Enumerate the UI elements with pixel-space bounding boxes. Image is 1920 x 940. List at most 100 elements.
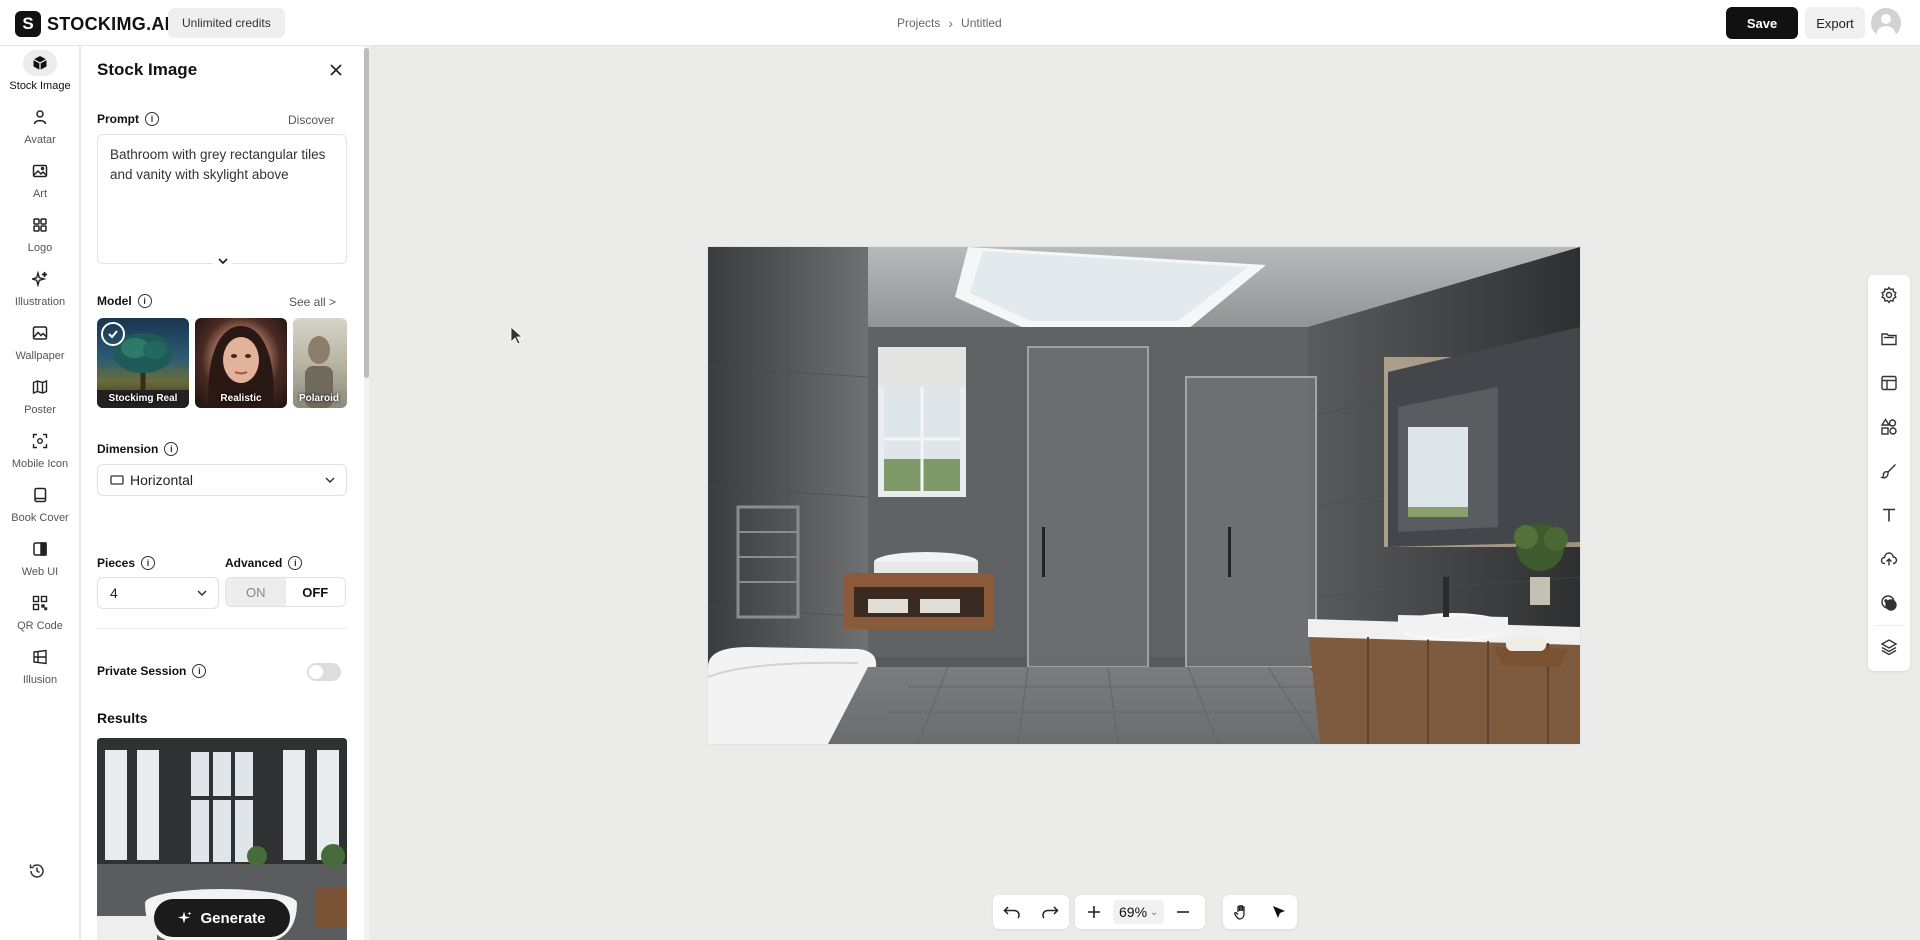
advanced-label: Advanced i: [225, 556, 303, 570]
model-card-stockimg-real[interactable]: Stockimg Real: [97, 318, 189, 408]
redo-icon[interactable]: [1035, 897, 1065, 927]
rail-item-stock-image[interactable]: Stock Image: [0, 50, 80, 110]
generate-label: Generate: [200, 909, 266, 927]
folder-icon[interactable]: [1879, 329, 1899, 349]
breadcrumb-projects[interactable]: Projects: [897, 16, 940, 30]
model-card-polaroid[interactable]: Polaroid: [293, 318, 347, 408]
info-icon[interactable]: i: [141, 556, 156, 570]
rail-item-qr-code[interactable]: QR Code: [0, 590, 80, 650]
bathroom-render: [707, 247, 1581, 745]
mode-toolbar: [1223, 895, 1297, 929]
chevron-down-icon: [197, 590, 207, 597]
generate-button[interactable]: Generate: [154, 899, 290, 937]
dimension-value: Horizontal: [130, 472, 194, 488]
illusion-icon: [23, 644, 57, 670]
upload-cloud-icon[interactable]: [1879, 549, 1899, 569]
discover-link[interactable]: Discover: [288, 113, 335, 127]
user-avatar[interactable]: [1871, 8, 1901, 38]
shapes-icon[interactable]: [1879, 417, 1899, 437]
rail-label: Poster: [24, 404, 56, 416]
qr-icon: [23, 590, 57, 616]
rail-item-web-ui[interactable]: Web UI: [0, 536, 80, 596]
brush-icon[interactable]: [1879, 461, 1899, 481]
info-icon[interactable]: i: [288, 556, 303, 570]
rail-label: Avatar: [24, 134, 56, 146]
select-tool-icon[interactable]: [1264, 897, 1294, 927]
sticker-icon[interactable]: [1879, 593, 1899, 613]
rail-label: Book Cover: [11, 512, 69, 524]
stock-image-panel: Stock Image Prompt i Discover Bathroom w…: [81, 46, 366, 940]
undo-icon[interactable]: [997, 897, 1027, 927]
see-all-link[interactable]: See all >: [289, 295, 336, 309]
advanced-on-button[interactable]: ON: [226, 578, 286, 606]
info-icon[interactable]: i: [192, 664, 207, 678]
divider: [97, 628, 347, 629]
rail-item-logo[interactable]: Logo: [0, 212, 80, 272]
chevron-down-icon: ⌄: [1150, 906, 1159, 918]
close-icon[interactable]: [329, 61, 343, 82]
layout-icon: [23, 536, 57, 562]
rail-item-mobile-icon[interactable]: Mobile Icon: [0, 428, 80, 488]
info-icon[interactable]: i: [164, 442, 179, 456]
history-toolbar: [993, 895, 1069, 929]
canvas-image[interactable]: [707, 247, 1581, 745]
rail-item-book-cover[interactable]: Book Cover: [0, 482, 80, 542]
pieces-label: Pieces i: [97, 556, 156, 570]
template-icon[interactable]: [1879, 373, 1899, 393]
prompt-label: Prompt i: [97, 112, 159, 126]
panel-scroll-thumb[interactable]: [364, 48, 369, 378]
breadcrumb: Projects › Untitled: [897, 15, 1002, 31]
rail-label: Illusion: [22, 674, 58, 686]
model-label: Model i: [97, 294, 152, 308]
advanced-toggle: ON OFF: [225, 577, 346, 607]
save-button[interactable]: Save: [1726, 7, 1798, 39]
zoom-out-icon[interactable]: [1168, 897, 1198, 927]
rail-item-illustration[interactable]: Illustration: [0, 266, 80, 326]
right-toolbar: [1868, 275, 1910, 671]
model-card-realistic[interactable]: Realistic: [195, 318, 287, 408]
sparkle-icon: [178, 911, 192, 924]
settings-icon[interactable]: [1879, 285, 1899, 305]
rail-label: Mobile Icon: [11, 458, 69, 470]
advanced-label-text: Advanced: [225, 556, 283, 570]
rail-item-wallpaper[interactable]: Wallpaper: [0, 320, 80, 380]
export-button[interactable]: Export: [1805, 7, 1865, 39]
advanced-off-button[interactable]: OFF: [285, 578, 345, 606]
mouse-pointer-icon: [510, 326, 524, 351]
text-icon[interactable]: [1879, 505, 1899, 525]
info-icon[interactable]: i: [137, 294, 152, 308]
pieces-select[interactable]: 4: [97, 577, 219, 609]
person-icon: [23, 104, 57, 130]
rail-label: Wallpaper: [15, 350, 65, 362]
rail-label: Stock Image: [9, 80, 71, 92]
rail-item-art[interactable]: Art: [0, 158, 80, 218]
layers-icon[interactable]: [1879, 637, 1899, 657]
rail-item-poster[interactable]: Poster: [0, 374, 80, 434]
history-icon[interactable]: [28, 862, 46, 885]
model-label-text: Model: [97, 294, 132, 308]
brand-name: STOCKIMG.AI: [47, 13, 170, 34]
rail-item-illusion[interactable]: Illusion: [0, 644, 80, 704]
info-icon[interactable]: i: [145, 112, 159, 126]
pieces-label-text: Pieces: [97, 556, 136, 570]
prompt-textarea[interactable]: Bathroom with grey rectangular tiles and…: [97, 134, 347, 264]
grid-icon: [23, 212, 57, 238]
chevron-down-icon[interactable]: [213, 251, 233, 271]
model-name: Polaroid: [299, 393, 340, 404]
rail-label: Web UI: [21, 566, 59, 578]
sparkle-icon: [23, 266, 57, 292]
zoom-select[interactable]: 69% ⌄: [1113, 900, 1165, 924]
hand-tool-icon[interactable]: [1227, 897, 1257, 927]
breadcrumb-current[interactable]: Untitled: [961, 16, 1002, 30]
zoom-in-icon[interactable]: [1079, 897, 1109, 927]
private-session-switch[interactable]: [307, 663, 341, 681]
zoom-toolbar: 69% ⌄: [1075, 895, 1205, 929]
rail-item-avatar[interactable]: Avatar: [0, 104, 80, 164]
book-icon: [23, 482, 57, 508]
brand-logo[interactable]: S STOCKIMG.AI: [15, 11, 170, 37]
credits-badge[interactable]: Unlimited credits: [168, 8, 285, 38]
rail-label: Art: [32, 188, 48, 200]
dimension-label: Dimension i: [97, 442, 179, 456]
dimension-select[interactable]: Horizontal: [97, 464, 347, 496]
model-name: Stockimg Real: [108, 393, 178, 404]
